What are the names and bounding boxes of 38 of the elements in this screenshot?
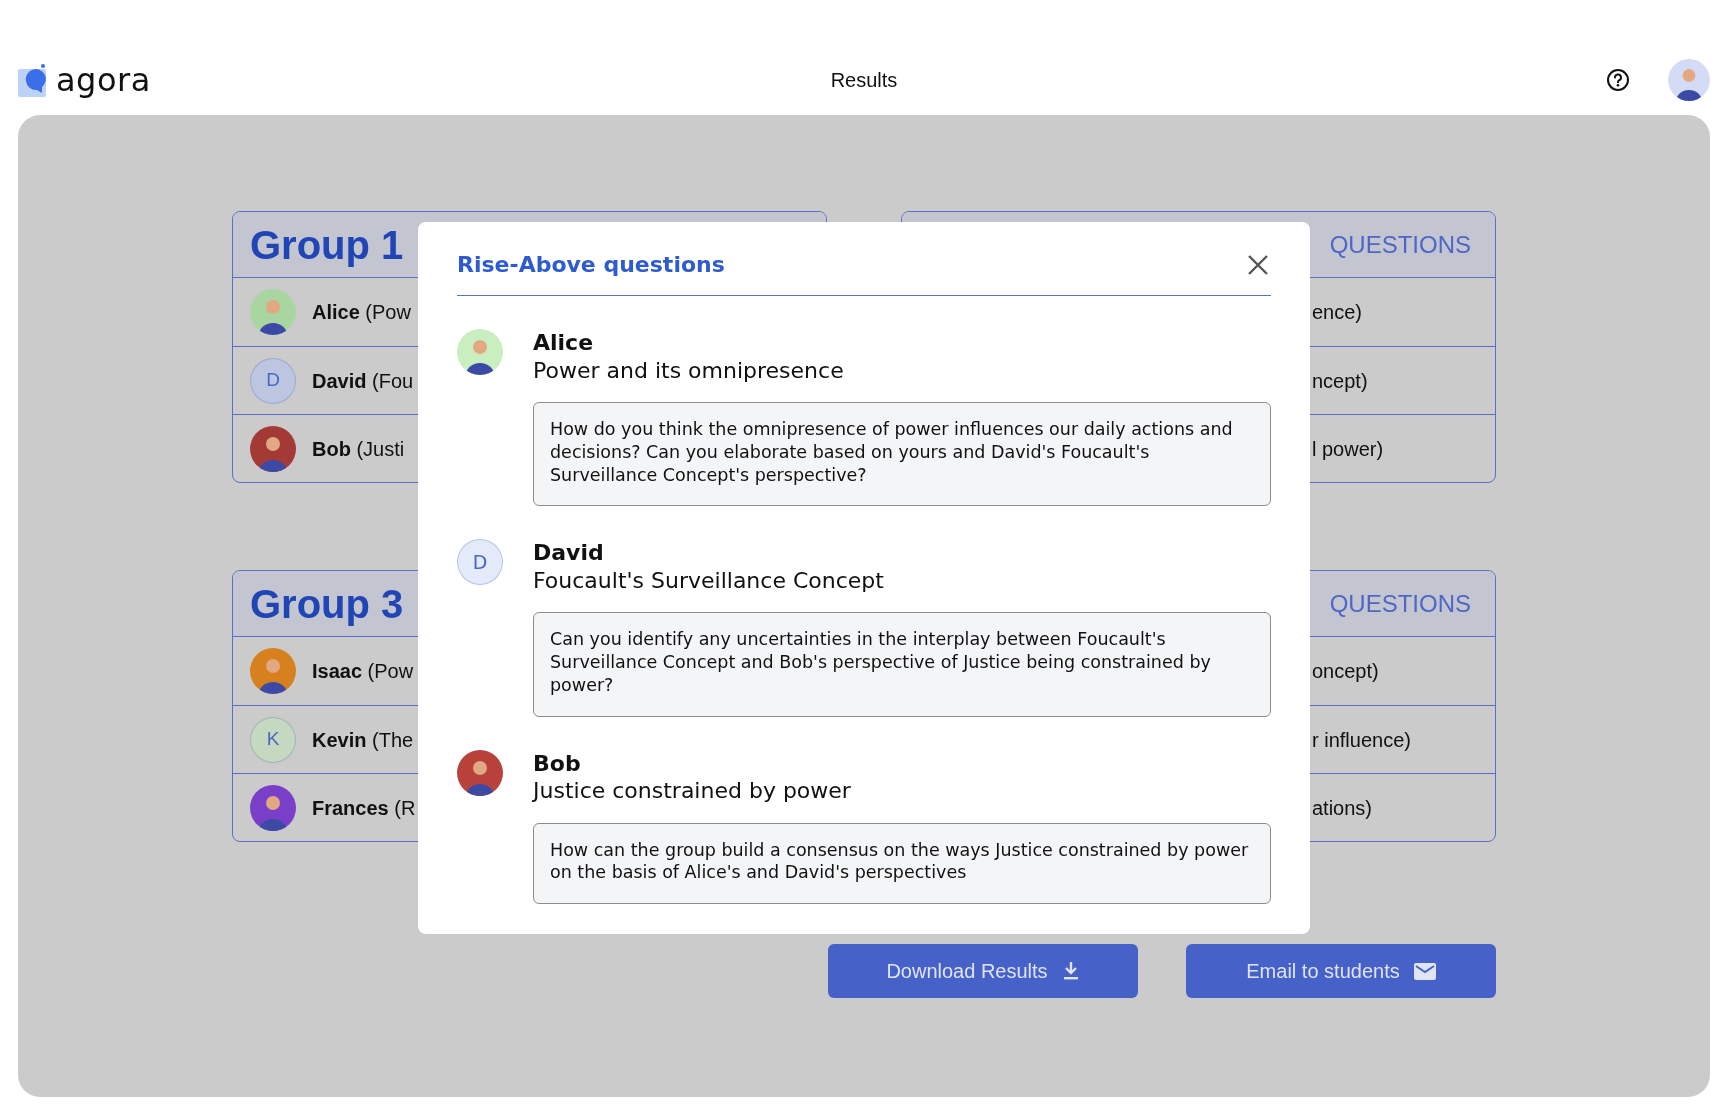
group-title: Group 3 xyxy=(250,580,404,628)
initial-avatar: D xyxy=(457,539,503,586)
user-avatar[interactable] xyxy=(1668,59,1710,101)
member-label: l power) xyxy=(1312,436,1384,462)
brand-name: agora xyxy=(56,60,151,101)
download-icon xyxy=(1061,961,1080,981)
member-label: Frances (R xyxy=(312,795,416,821)
topic-title: Justice constrained by power xyxy=(533,777,852,805)
student-name: David xyxy=(533,539,605,567)
question-text: How do you think the omnipresence of power influences our daily actions and decisions? Can you elaborate based on yours and David's Foucault's Surveillance Concept's perspective? xyxy=(533,402,1271,507)
member-label: Alice (Pow xyxy=(312,300,411,325)
member-label: ations) xyxy=(1312,795,1373,821)
download-button[interactable]: Download Results xyxy=(828,944,1138,998)
group-title: Group 1 xyxy=(250,221,404,269)
member-label: Isaac (Pow xyxy=(312,659,414,684)
student-name: Bob xyxy=(533,749,582,777)
member-label: oncept) xyxy=(1312,659,1379,684)
logo-icon xyxy=(18,63,48,97)
questions-heading: QUESTIONS xyxy=(1329,588,1472,619)
mail-icon xyxy=(1413,962,1436,980)
topic-title: Foucault's Surveillance Concept xyxy=(533,566,885,595)
page-title: Results xyxy=(830,68,898,93)
member-label: Kevin (The xyxy=(312,727,414,753)
topic-title: Power and its omnipresence xyxy=(533,356,845,384)
member-label: ence) xyxy=(1312,300,1363,325)
dialog-title: Rise-Above questions xyxy=(457,251,725,279)
initial-avatar: D xyxy=(250,357,296,404)
member-label: ncept) xyxy=(1312,368,1368,394)
member-label: David (Fou xyxy=(312,368,414,394)
email-button[interactable]: Email to students xyxy=(1186,944,1496,998)
student-name: Alice xyxy=(533,329,595,357)
help-icon[interactable] xyxy=(1606,68,1630,92)
member-label: r influence) xyxy=(1312,727,1411,753)
question-text: How can the group build a consensus on the ways Justice constrained by power on the basis of Alice's and David's perspectives xyxy=(533,822,1271,904)
question-text: Can you identify any uncertainties in the interplay between Foucault's Surveillance Concept and Bob's perspective of Justice being constrained by power? xyxy=(533,612,1271,717)
member-label: Bob (Justi xyxy=(312,436,405,462)
initial-avatar: K xyxy=(250,716,296,763)
questions-heading: QUESTIONS xyxy=(1329,229,1472,260)
